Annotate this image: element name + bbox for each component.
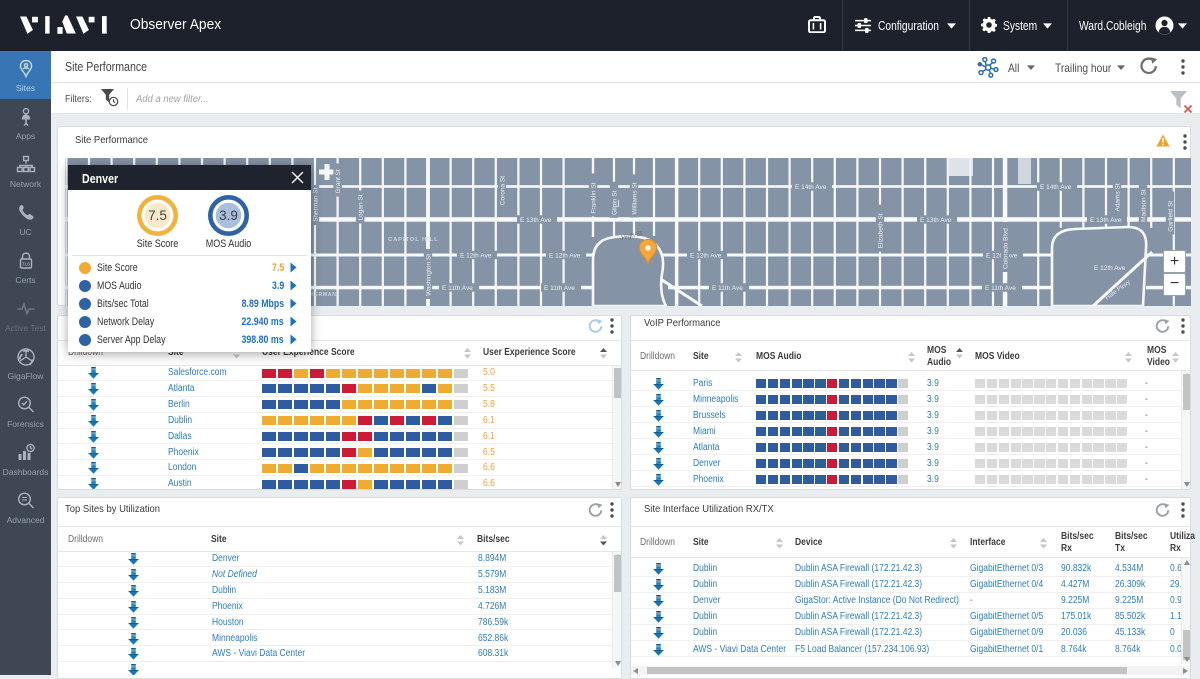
svg-text:Site Score: Site Score — [137, 238, 179, 250]
svg-text:7.5: 7.5 — [148, 208, 167, 223]
svg-text:MOS Audio: MOS Audio — [206, 238, 252, 250]
svg-text:Washington St: Washington St — [425, 254, 432, 296]
svg-text:E 14th Ave: E 14th Ave — [795, 184, 827, 191]
svg-text:Corona St: Corona St — [499, 176, 506, 205]
svg-text:E 13th Ave: E 13th Ave — [1090, 217, 1122, 224]
svg-text:Sherman St: Sherman St — [312, 187, 319, 222]
svg-text:TLS: TLS — [22, 261, 30, 266]
svg-text:Madison St: Madison St — [1140, 189, 1147, 222]
svg-text:E 11th Ave: E 11th Ave — [442, 285, 473, 292]
svg-text:E 14th Ave: E 14th Ave — [1040, 184, 1072, 191]
svg-text:E 11th Ave: E 11th Ave — [712, 285, 743, 292]
svg-text:Gilpin St: Gilpin St — [611, 190, 618, 215]
svg-text:Colorado Blvd: Colorado Blvd — [1002, 228, 1009, 269]
svg-text:3.9: 3.9 — [219, 208, 238, 223]
svg-text:Franklin St: Franklin St — [590, 182, 597, 213]
svg-text:Williams St: Williams St — [631, 182, 638, 214]
svg-text:E 11th Ave: E 11th Ave — [544, 285, 575, 292]
svg-text:E 12th Ave: E 12th Ave — [549, 252, 581, 259]
svg-text:Elizabeth St: Elizabeth St — [877, 213, 884, 248]
svg-text:E 12th Ave: E 12th Ave — [1094, 265, 1126, 272]
svg-text:E 13th Ave: E 13th Ave — [520, 217, 552, 224]
svg-text:E 12th Ave: E 12th Ave — [460, 252, 492, 259]
svg-text:Grant St: Grant St — [335, 169, 342, 193]
svg-text:Garfield St: Garfield St — [1167, 201, 1174, 232]
svg-text:Adams St: Adams St — [1114, 183, 1121, 211]
svg-text:E 13th Ave: E 13th Ave — [920, 217, 952, 224]
svg-text:CAPITOL HILL: CAPITOL HILL — [388, 237, 439, 243]
svg-text:E 11th Ave: E 11th Ave — [985, 285, 1016, 292]
svg-text:E 12th Ave: E 12th Ave — [690, 252, 722, 259]
svg-text:Logan St: Logan St — [358, 194, 365, 220]
